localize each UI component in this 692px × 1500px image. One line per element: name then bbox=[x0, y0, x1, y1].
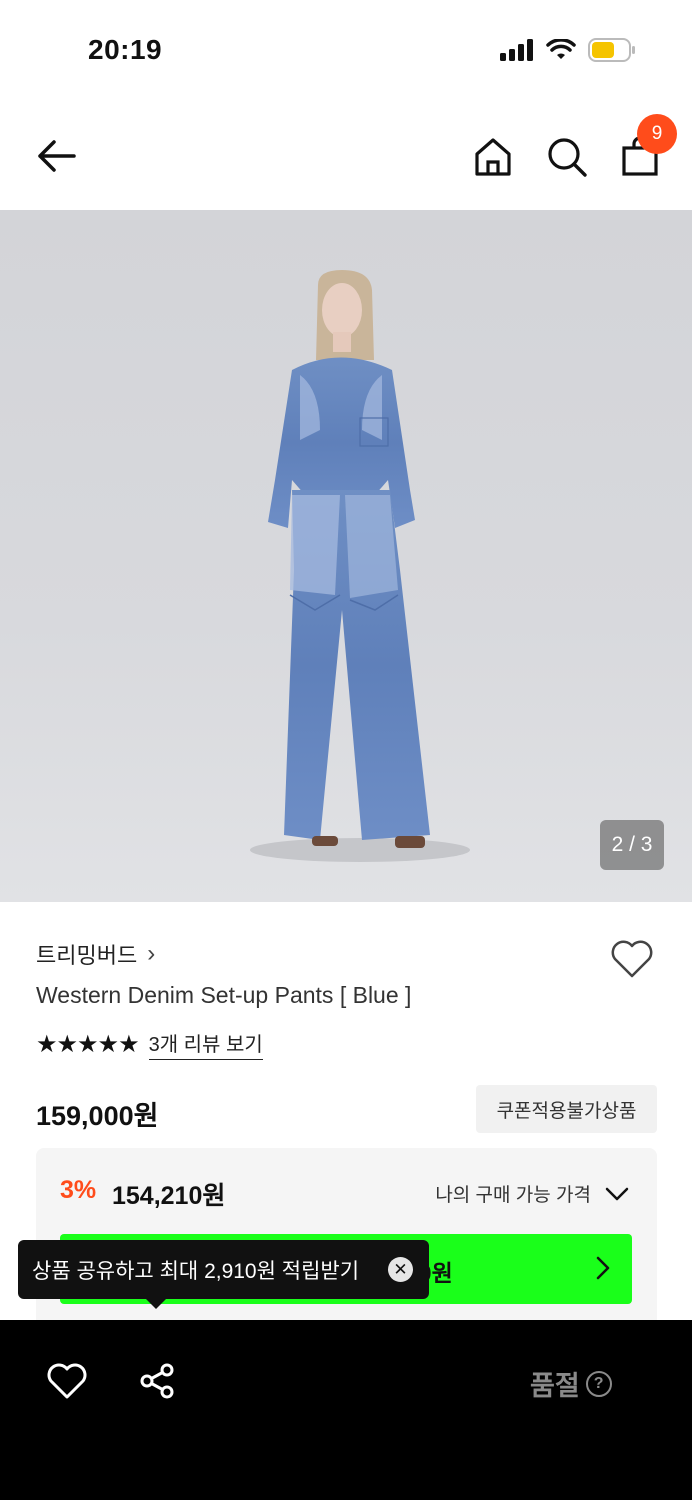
signal-icon bbox=[500, 39, 533, 61]
home-icon[interactable] bbox=[470, 134, 516, 180]
product-price: 159,000원 bbox=[36, 1101, 159, 1131]
brand-name: 트리밍버드 bbox=[36, 943, 138, 968]
brand-link[interactable]: 트리밍버드 › bbox=[36, 938, 155, 970]
search-icon[interactable] bbox=[544, 134, 590, 180]
cart-count-badge: 9 bbox=[637, 114, 677, 154]
heart-icon[interactable] bbox=[46, 1362, 88, 1400]
tooltip-tail bbox=[146, 1299, 166, 1309]
tooltip-text: 상품 공유하고 최대 2,910원 적립받기 bbox=[32, 1259, 360, 1283]
image-page-indicator: 2 / 3 bbox=[600, 820, 664, 870]
product-title: Western Denim Set-up Pants [ Blue ] bbox=[36, 982, 412, 1008]
share-icon[interactable] bbox=[138, 1362, 176, 1400]
close-icon[interactable]: ✕ bbox=[388, 1257, 413, 1282]
product-photo bbox=[250, 270, 470, 862]
status-icons bbox=[500, 38, 636, 62]
help-icon[interactable]: ? bbox=[585, 1370, 612, 1397]
top-nav: 9 bbox=[0, 100, 692, 210]
review-link[interactable]: 3개 리뷰 보기 bbox=[148, 1028, 263, 1060]
rating-row: ★★★★★ 3개 리뷰 보기 bbox=[36, 1028, 263, 1060]
sold-out-status: 품절 ? bbox=[530, 1364, 612, 1403]
status-bar: 20:19 bbox=[0, 0, 692, 100]
share-reward-tooltip: 상품 공유하고 최대 2,910원 적립받기 ✕ bbox=[18, 1240, 429, 1309]
my-price-label: 나의 구매 가능 가격 bbox=[435, 1185, 591, 1206]
chevron-down-icon bbox=[605, 1187, 629, 1200]
product-image-gallery[interactable]: 2 / 3 bbox=[0, 210, 692, 902]
star-rating: ★★★★★ bbox=[36, 1030, 140, 1058]
sold-out-label: 품절 bbox=[530, 1371, 580, 1401]
back-arrow-icon[interactable] bbox=[32, 134, 80, 178]
status-time: 20:19 bbox=[88, 34, 163, 65]
my-price-toggle[interactable]: 나의 구매 가능 가격 bbox=[435, 1180, 629, 1207]
heart-icon[interactable] bbox=[608, 936, 656, 980]
coupon-unavailable-tag: 쿠폰적용불가상품 bbox=[476, 1085, 657, 1133]
wifi-icon bbox=[546, 39, 576, 59]
chevron-right-icon bbox=[596, 1256, 610, 1280]
chevron-right-icon: › bbox=[147, 940, 156, 967]
bottom-action-bar: 품절 ? bbox=[0, 1320, 692, 1500]
discount-price: 154,210원 bbox=[112, 1182, 226, 1210]
battery-icon bbox=[588, 38, 635, 62]
discount-rate: 3% bbox=[60, 1176, 97, 1204]
